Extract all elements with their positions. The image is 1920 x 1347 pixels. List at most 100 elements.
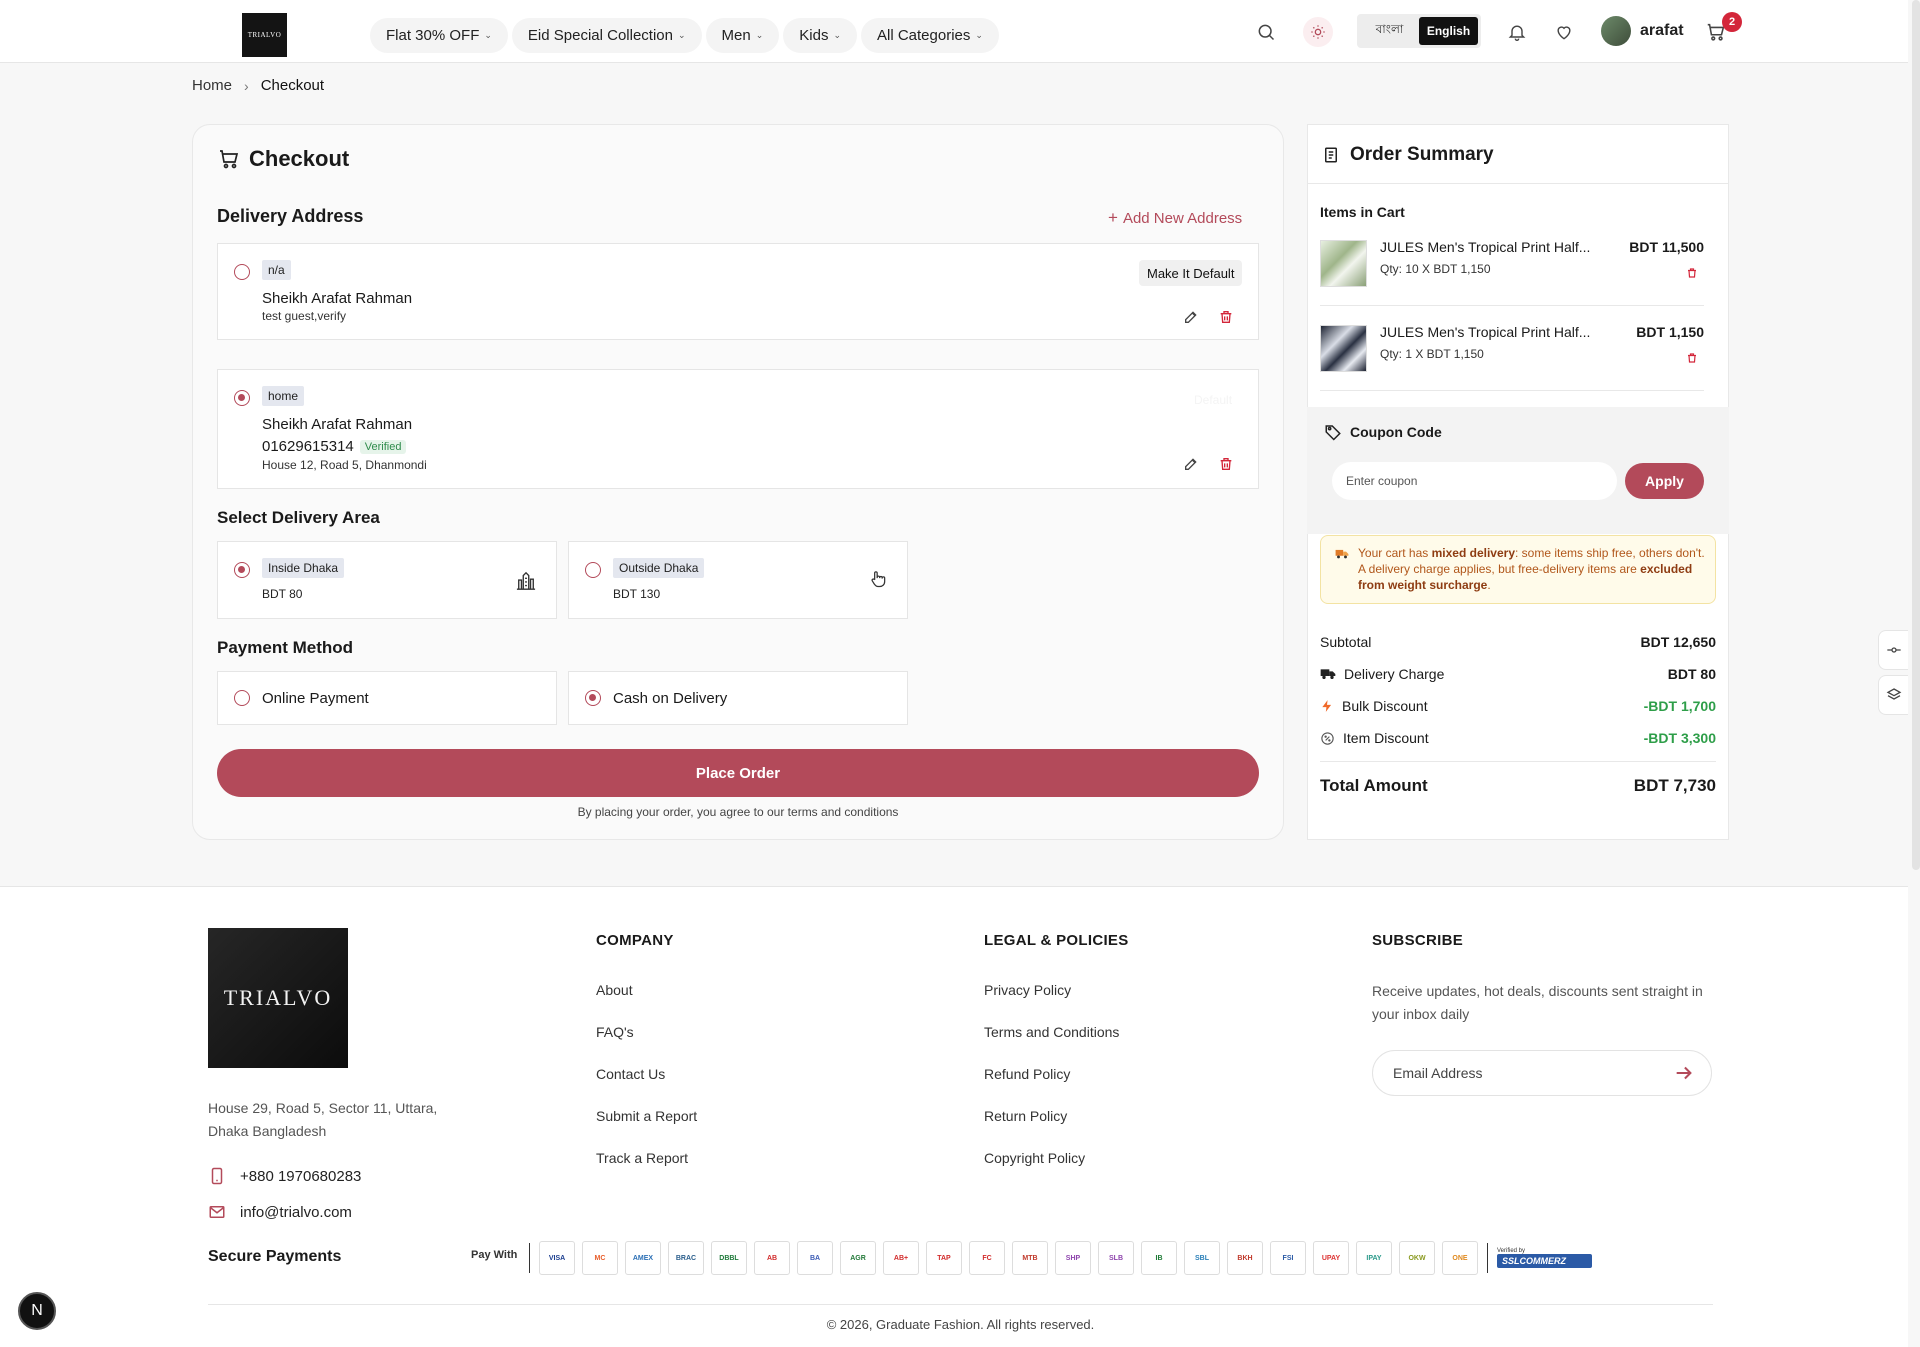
footer-email[interactable]: info@trialvo.com (208, 1203, 352, 1221)
lang-english[interactable]: English (1419, 17, 1478, 45)
coupon-input[interactable] (1332, 462, 1617, 500)
bulk-discount-row: Bulk Discount -BDT 1,700 (1320, 698, 1716, 714)
city-buildings-icon (516, 571, 536, 590)
payment-radio[interactable] (234, 690, 250, 706)
nav-men[interactable]: Men ⌄ (705, 18, 780, 53)
delivery-truck-icon (1335, 549, 1349, 559)
trash-icon[interactable] (1218, 309, 1234, 325)
footer-link-return[interactable]: Return Policy (984, 1108, 1067, 1124)
lang-bangla[interactable]: বাংলা (1360, 17, 1419, 45)
secure-payments-title: Secure Payments (208, 1248, 342, 1265)
footer-address: House 29, Road 5, Sector 11, Uttara, Dha… (208, 1100, 438, 1139)
footer-link-refund[interactable]: Refund Policy (984, 1066, 1070, 1082)
add-new-address-button[interactable]: + Add New Address (1108, 208, 1242, 228)
payment-logo: FC (969, 1241, 1005, 1275)
page-scrollbar[interactable] (1912, 0, 1920, 870)
delivery-area-radio-selected[interactable] (234, 562, 250, 578)
nav-label: Eid Special Collection (527, 27, 673, 44)
nav-label: All Categories (877, 27, 971, 44)
cart-count-badge: 2 (1722, 12, 1742, 32)
trash-icon[interactable] (1686, 267, 1698, 279)
search-icon[interactable] (1254, 20, 1278, 44)
area-price: BDT 80 (262, 587, 303, 601)
bulk-discount-label: Bulk Discount (1342, 698, 1428, 714)
item-name[interactable]: JULES Men's Tropical Print Half... (1380, 239, 1590, 255)
footer-link-track-report[interactable]: Track a Report (596, 1150, 688, 1166)
breadcrumb: Home › Checkout (192, 77, 324, 94)
footer-link-submit-report[interactable]: Submit a Report (596, 1108, 697, 1124)
payment-logo: AB (754, 1241, 790, 1275)
edit-icon[interactable] (1183, 456, 1199, 472)
heart-icon[interactable] (1552, 20, 1576, 44)
payment-radio-selected[interactable] (585, 690, 601, 706)
footer-link-about[interactable]: About (596, 982, 633, 998)
delivery-area-outside-dhaka[interactable] (568, 541, 908, 619)
footer-link-copyright[interactable]: Copyright Policy (984, 1150, 1085, 1166)
subscribe-email-input[interactable] (1372, 1050, 1712, 1096)
breadcrumb-home[interactable]: Home (192, 77, 232, 94)
footer-link-privacy[interactable]: Privacy Policy (984, 982, 1071, 998)
delivery-area-inside-dhaka[interactable] (217, 541, 557, 619)
footer-link-faqs[interactable]: FAQ's (596, 1024, 634, 1040)
nav-eid-special[interactable]: Eid Special Collection ⌄ (511, 18, 702, 53)
footer-link-contact[interactable]: Contact Us (596, 1066, 665, 1082)
payment-logo: MC (582, 1241, 618, 1275)
items-in-cart-label: Items in Cart (1320, 204, 1405, 220)
chevron-down-icon: ⌄ (833, 30, 841, 40)
item-price: BDT 1,150 (1636, 324, 1704, 340)
product-thumbnail[interactable] (1320, 240, 1367, 287)
cart-icon (220, 150, 239, 169)
dev-tools-badge[interactable]: N (18, 1292, 56, 1330)
trash-icon[interactable] (1686, 352, 1698, 364)
nav-kids[interactable]: Kids ⌄ (783, 18, 857, 53)
trash-icon[interactable] (1218, 456, 1234, 472)
item-discount-value: -BDT 3,300 (1643, 730, 1716, 746)
compare-icon[interactable] (1878, 630, 1908, 670)
company-title: COMPANY (596, 932, 674, 949)
chevron-down-icon: ⌄ (677, 30, 686, 40)
layers-icon[interactable] (1878, 675, 1908, 715)
place-order-button[interactable]: Place Order (217, 749, 1259, 797)
footer-link-terms[interactable]: Terms and Conditions (984, 1024, 1119, 1040)
site-logo[interactable]: TRIALVO (242, 13, 287, 57)
username[interactable]: arafat (1640, 22, 1684, 40)
delivery-area-radio[interactable] (585, 562, 601, 578)
delivery-charge-label: Delivery Charge (1344, 666, 1445, 682)
legal-title: LEGAL & POLICIES (984, 932, 1129, 949)
address-line: House 12, Road 5, Dhanmondi (262, 458, 427, 472)
delivery-area-title: Select Delivery Area (217, 508, 380, 527)
truck-icon (1320, 669, 1336, 679)
sslcommerz-logo: SSLCOMMERZ (1497, 1254, 1592, 1268)
pay-with-label: Pay With (471, 1249, 518, 1261)
breadcrumb-current: Checkout (260, 77, 325, 94)
page-title: Checkout (217, 146, 349, 172)
site-header: TRIALVO Flat 30% OFF ⌄ Eid Special Collec… (0, 0, 1908, 63)
nav-flat-30-off[interactable]: Flat 30% OFF ⌄ (370, 18, 508, 53)
subscribe-title: SUBSCRIBE (1372, 932, 1464, 949)
bulk-discount-value: -BDT 1,700 (1643, 698, 1716, 714)
make-default-button[interactable]: Make It Default (1139, 260, 1243, 286)
footer-phone[interactable]: +880 1970680283 (208, 1167, 361, 1185)
item-name[interactable]: JULES Men's Tropical Print Half... (1380, 324, 1590, 340)
item-discount-label: Item Discount (1343, 730, 1429, 746)
arrow-right-icon[interactable] (1673, 1062, 1695, 1084)
product-thumbnail[interactable] (1320, 325, 1367, 372)
delivery-charge-label-group: Delivery Charge (1320, 666, 1444, 682)
nav-all-categories[interactable]: All Categories ⌄ (861, 18, 999, 53)
address-radio-selected[interactable] (234, 390, 250, 406)
item-qty: Qty: 10 X BDT 1,150 (1380, 262, 1491, 276)
footer-logo[interactable]: TRIALVO (208, 928, 348, 1068)
payment-logo: VISA (539, 1241, 575, 1275)
theme-toggle-sun-icon[interactable] (1303, 17, 1333, 47)
payment-logo: MTB (1012, 1241, 1048, 1275)
total-label: Total Amount (1320, 776, 1428, 795)
chevron-right-icon: › (244, 77, 249, 94)
bell-icon[interactable] (1505, 20, 1529, 44)
notice-text: Your cart has (1358, 546, 1432, 560)
address-radio[interactable] (234, 264, 250, 280)
apply-coupon-button[interactable]: Apply (1625, 463, 1704, 499)
payment-method-title: Payment Method (217, 638, 354, 657)
edit-icon[interactable] (1183, 309, 1199, 325)
bulk-discount-label-group: Bulk Discount (1320, 698, 1428, 714)
avatar[interactable] (1601, 16, 1631, 46)
